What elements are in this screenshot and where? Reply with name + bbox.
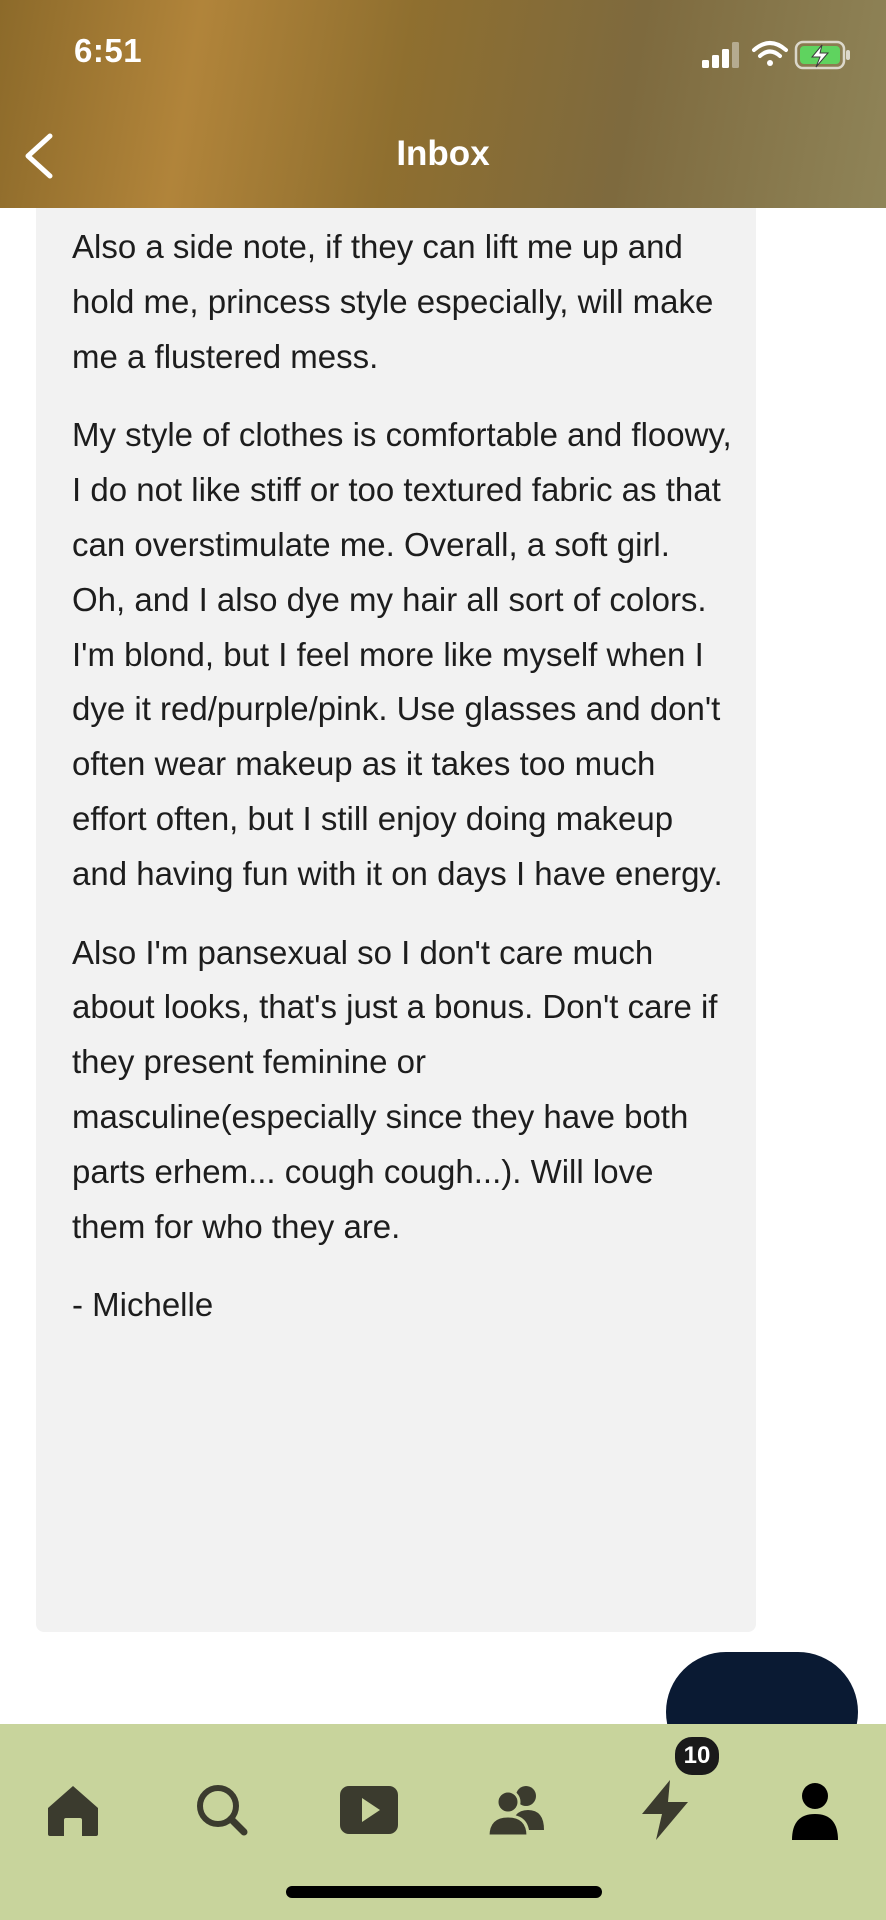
signal-icon [702, 42, 739, 68]
home-indicator[interactable] [286, 1886, 602, 1898]
page-title: Inbox [396, 134, 490, 173]
status-icons [702, 40, 850, 70]
play-icon [340, 1786, 398, 1834]
message-signature: - Michelle [72, 1286, 214, 1324]
message-body: Also a side note, if they can lift me up… [36, 208, 732, 1357]
tab-home[interactable] [38, 1774, 108, 1844]
people-icon [486, 1786, 544, 1838]
wifi-icon [752, 41, 788, 66]
tab-community[interactable] [482, 1774, 552, 1844]
tab-account[interactable] [780, 1774, 850, 1844]
home-icon [48, 1786, 98, 1836]
message-paragraph: Also I'm pansexual so I don't care much … [72, 933, 718, 1245]
tab-activity[interactable] [630, 1774, 700, 1844]
battery-icon [794, 40, 850, 70]
notification-badge: 10 [672, 1734, 722, 1778]
account-icon [792, 1783, 838, 1840]
lightning-icon [642, 1780, 688, 1840]
search-icon [197, 1785, 248, 1836]
message-paragraph: Also a side note, if they can lift me up… [72, 228, 714, 375]
message-paragraph: My style of clothes is comfortable and f… [72, 416, 732, 892]
tab-video[interactable] [334, 1774, 404, 1844]
tab-search[interactable] [186, 1774, 256, 1844]
app-header: 6:51 Inbox [0, 0, 886, 208]
status-time: 6:51 [74, 32, 143, 69]
